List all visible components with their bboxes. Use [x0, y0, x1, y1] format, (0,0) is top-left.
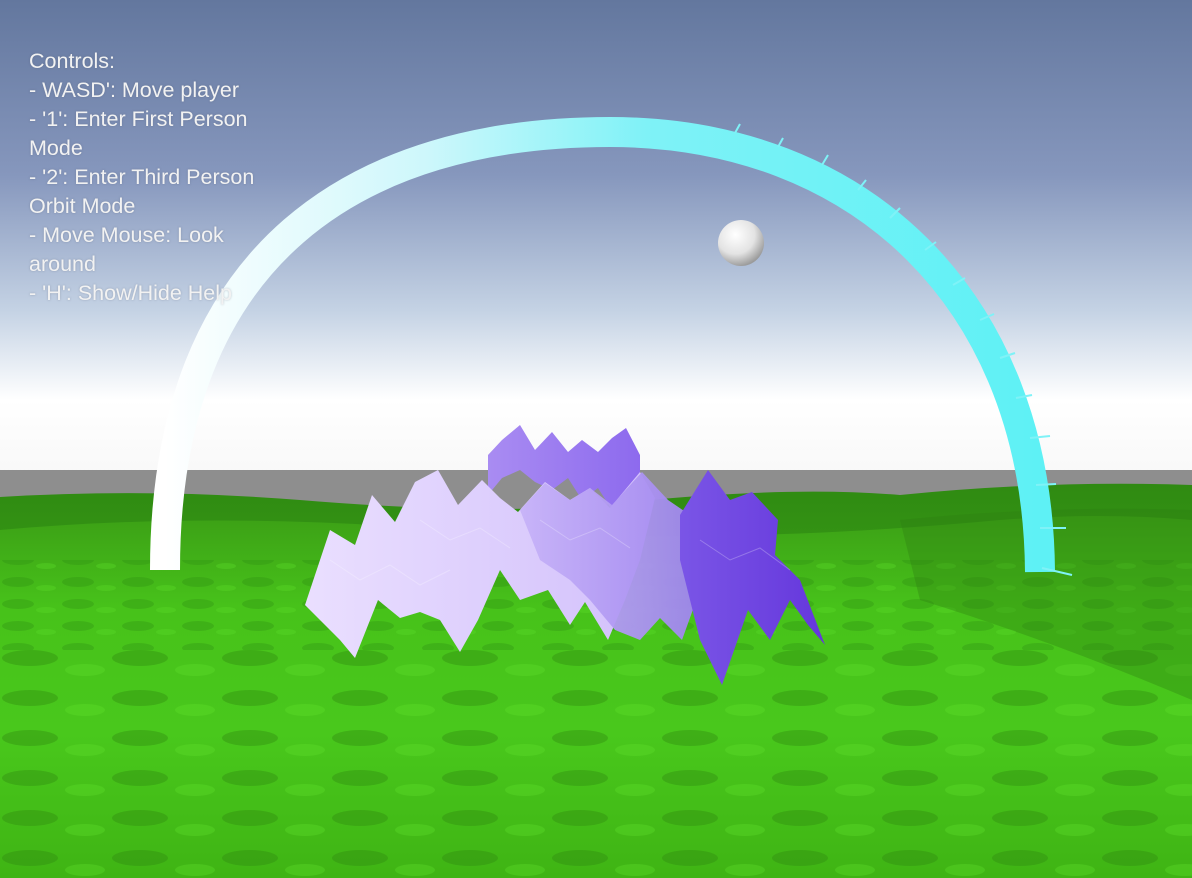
sphere-ball [718, 220, 764, 266]
help-line-look: - Move Mouse: Look around [29, 223, 224, 276]
ground-ripples-near [0, 650, 1192, 878]
help-line-move: - WASD': Move player [29, 78, 239, 102]
help-line-third-person: - '2': Enter Third Person Orbit Mode [29, 165, 255, 218]
help-line-toggle-help: - 'H': Show/Hide Help [29, 281, 232, 305]
help-panel: Controls: - WASD': Move player - '1': En… [29, 47, 279, 308]
help-line-first-person: - '1': Enter First Person Mode [29, 107, 248, 160]
game-viewport[interactable]: Controls: - WASD': Move player - '1': En… [0, 0, 1192, 878]
help-title: Controls: [29, 49, 116, 73]
